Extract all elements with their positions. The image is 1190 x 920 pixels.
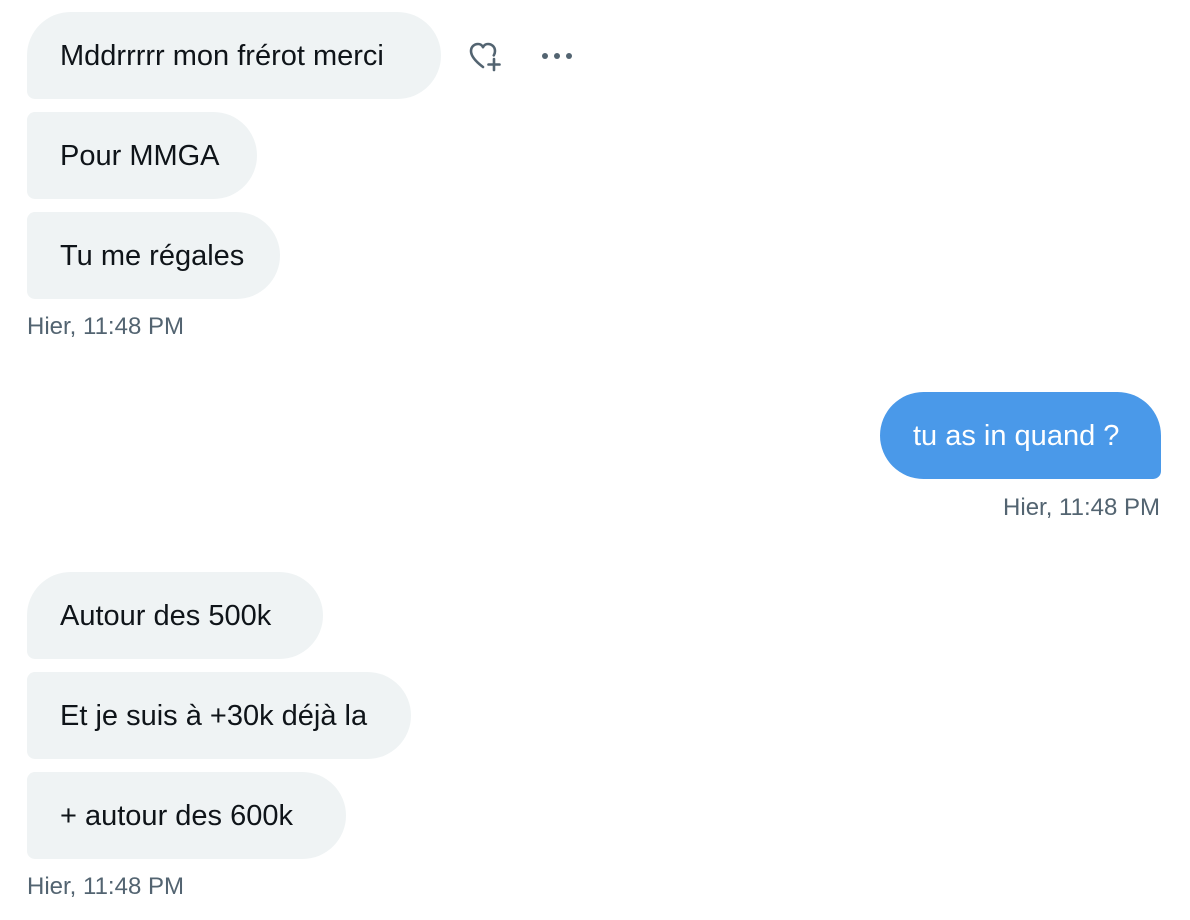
received-message[interactable]: Autour des 500k	[27, 572, 323, 659]
more-dots-icon	[539, 50, 575, 62]
heart-plus-icon	[467, 39, 503, 73]
message-timestamp: Hier, 11:48 PM	[27, 873, 184, 900]
message-text: Mddrrrrr mon frérot merci	[60, 40, 384, 72]
message-text: tu as in quand ?	[913, 420, 1120, 452]
message-text: + autour des 600k	[60, 800, 293, 832]
message-timestamp: Hier, 11:48 PM	[27, 313, 184, 340]
message-text: Pour MMGA	[60, 140, 220, 172]
sent-message[interactable]: tu as in quand ?	[880, 392, 1161, 479]
message-timestamp: Hier, 11:48 PM	[1003, 494, 1160, 521]
received-message[interactable]: Pour MMGA	[27, 112, 257, 199]
message-text: Tu me régales	[60, 240, 245, 272]
received-message[interactable]: + autour des 600k	[27, 772, 346, 859]
received-message[interactable]: Tu me régales	[27, 212, 280, 299]
more-button[interactable]	[537, 36, 577, 76]
react-button[interactable]	[465, 36, 505, 76]
message-text: Autour des 500k	[60, 600, 272, 632]
received-message[interactable]: Et je suis à +30k déjà la	[27, 672, 411, 759]
message-text: Et je suis à +30k déjà la	[60, 700, 368, 732]
received-message[interactable]: Mddrrrrr mon frérot merci	[27, 12, 441, 99]
